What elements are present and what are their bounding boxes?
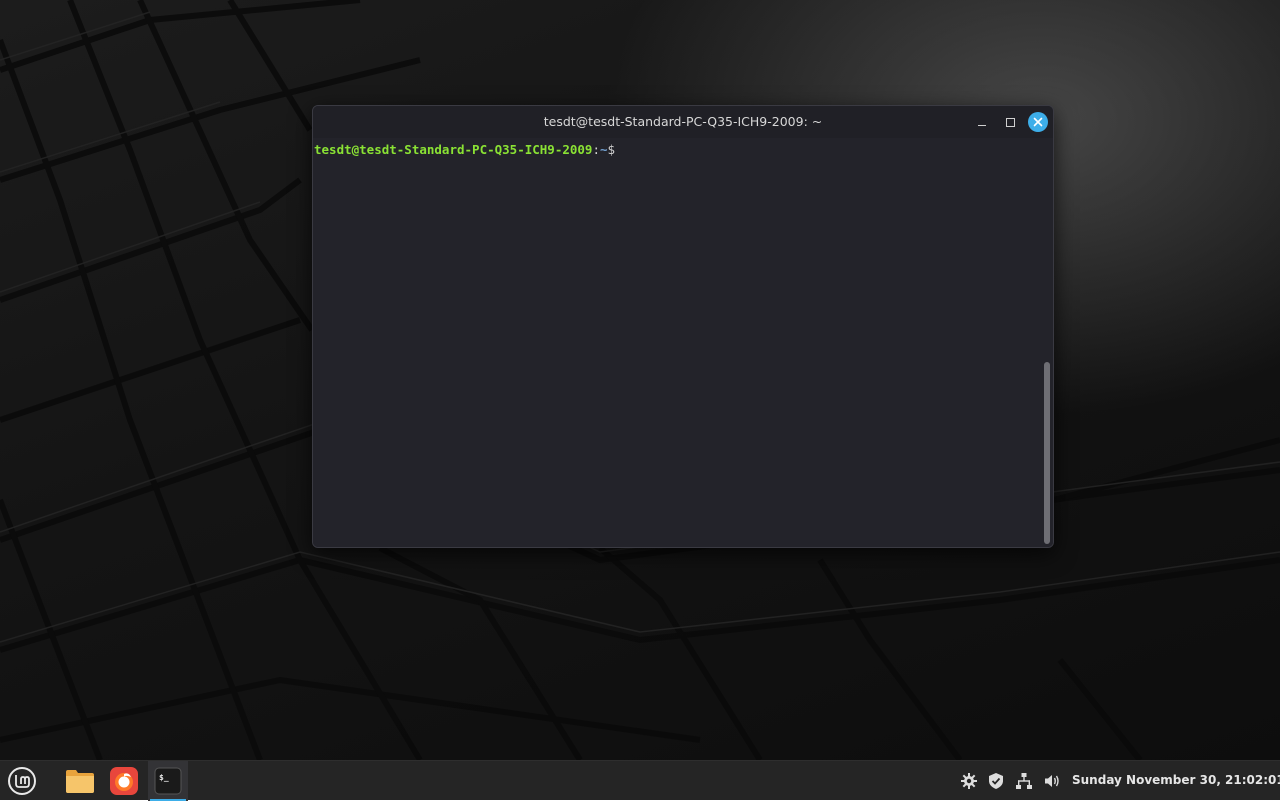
scrollbar-thumb[interactable] [1044, 362, 1050, 544]
minimize-button[interactable] [972, 112, 992, 132]
tray-settings-button[interactable] [959, 771, 979, 791]
prompt-separator: : [592, 142, 600, 157]
tray-volume-button[interactable] [1042, 771, 1062, 791]
terminal-icon-label: $_ [159, 773, 169, 782]
shell-prompt: tesdt@tesdt-Standard-PC-Q35-ICH9-2009:~$ [314, 142, 615, 157]
maximize-icon [1005, 117, 1015, 127]
taskbar-clock[interactable]: Sunday November 30, 21:02:01 [1072, 773, 1280, 787]
tray-network-button[interactable] [1014, 771, 1034, 791]
folder-icon [66, 770, 94, 793]
firefox-icon [110, 767, 138, 795]
close-icon [1033, 117, 1043, 127]
tray-update-shield[interactable] [986, 771, 1006, 791]
start-menu-button[interactable] [2, 761, 42, 801]
terminal-window[interactable]: tesdt@tesdt-Standard-PC-Q35-ICH9-2009: ~… [312, 105, 1054, 548]
terminal-task-button[interactable]: $_ [148, 761, 188, 801]
close-button[interactable] [1028, 112, 1048, 132]
firefox-launcher[interactable] [104, 761, 144, 801]
desktop-wallpaper: tesdt@tesdt-Standard-PC-Q35-ICH9-2009: ~… [0, 0, 1280, 760]
linux-mint-logo-icon [8, 767, 36, 795]
prompt-path: ~ [599, 142, 608, 157]
minimize-icon [978, 124, 986, 127]
files-launcher[interactable] [60, 761, 100, 801]
settings-gear-icon [961, 773, 977, 789]
window-titlebar[interactable]: tesdt@tesdt-Standard-PC-Q35-ICH9-2009: ~ [313, 106, 1053, 138]
prompt-user-host: tesdt@tesdt-Standard-PC-Q35-ICH9-2009 [314, 142, 593, 157]
terminal-icon: $_ [154, 767, 182, 795]
shield-icon [989, 773, 1003, 789]
maximize-button[interactable] [1000, 112, 1020, 132]
terminal-scrollbar[interactable] [1043, 138, 1050, 547]
volume-icon [1045, 775, 1059, 787]
network-icon [1016, 773, 1032, 789]
window-title: tesdt@tesdt-Standard-PC-Q35-ICH9-2009: ~ [543, 114, 823, 129]
taskbar: $_ Sunday November 30, 21:02:01 [0, 760, 1280, 801]
prompt-symbol: $ [607, 142, 616, 157]
terminal-output-area[interactable]: tesdt@tesdt-Standard-PC-Q35-ICH9-2009:~$ [313, 138, 1053, 547]
